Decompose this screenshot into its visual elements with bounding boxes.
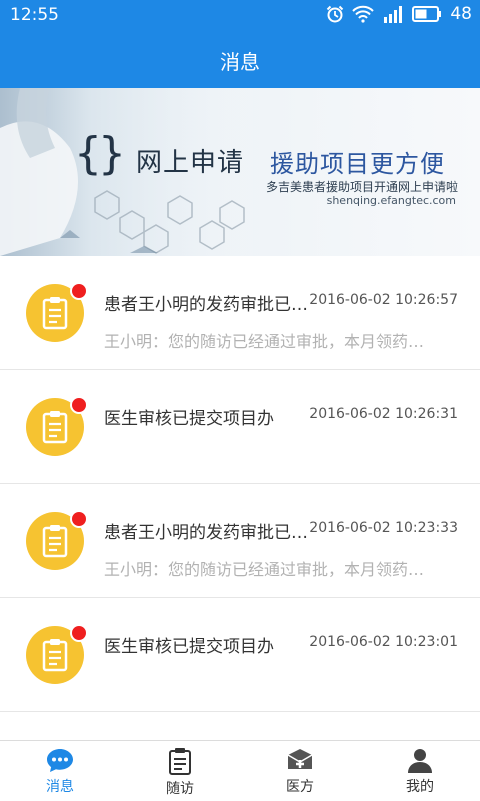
page-title: 消息 bbox=[220, 49, 260, 74]
message-title: 患者王小明的发药审批已通过 bbox=[104, 523, 314, 543]
app-bar: 消息 bbox=[0, 32, 480, 88]
clipboard-icon bbox=[169, 748, 191, 775]
tab-label: 我的 bbox=[406, 779, 434, 795]
list-item[interactable]: 医生审核已提交项目办 2016-06-02 10:26:31 bbox=[0, 370, 480, 484]
message-title: 医生审核已提交项目办 bbox=[104, 637, 274, 657]
promo-banner[interactable]: { } 网上申请 援助项目更方便 多吉美患者援助项目开通网上申请啦 shenqi… bbox=[0, 88, 480, 256]
unread-badge bbox=[70, 282, 88, 300]
unread-badge bbox=[70, 396, 88, 414]
status-bar: 12:55 48 bbox=[0, 0, 480, 32]
tab-label: 消息 bbox=[46, 779, 74, 795]
battery-icon bbox=[412, 6, 442, 22]
message-preview: 王小明：您的随访已经通过审批，本月领药请及时 bbox=[104, 332, 434, 351]
svg-text:}: } bbox=[98, 128, 126, 179]
message-preview: 王小明：您的随访已经通过审批，本月领药请及时 bbox=[104, 560, 434, 579]
clipboard-icon bbox=[42, 639, 68, 672]
alarm-icon bbox=[327, 5, 344, 23]
unread-badge bbox=[70, 624, 88, 642]
tab-medical[interactable]: 医方 bbox=[240, 741, 360, 801]
message-title: 患者王小明的发药审批已通过 bbox=[104, 295, 314, 315]
message-list[interactable]: 患者王小明的发药审批已通过 2016-06-02 10:26:57 王小明：您的… bbox=[0, 256, 480, 740]
banner-title: 网上申请 bbox=[136, 148, 245, 178]
signal-icon bbox=[384, 6, 403, 23]
wifi-icon bbox=[352, 5, 375, 23]
tab-label: 医方 bbox=[286, 779, 314, 795]
battery-level: 48 bbox=[450, 4, 472, 24]
bottom-tab-bar: 消息 随访 医方 我的 bbox=[0, 740, 480, 801]
list-item[interactable]: 患者王小明的发药审批已通过 2016-06-02 10:23:33 王小明：您的… bbox=[0, 484, 480, 598]
banner-subtitle: 多吉美患者援助项目开通网上申请啦 bbox=[265, 180, 458, 194]
list-item[interactable] bbox=[0, 712, 480, 740]
unread-badge bbox=[70, 510, 88, 528]
message-title: 医生审核已提交项目办 bbox=[104, 409, 274, 429]
clipboard-icon bbox=[42, 525, 68, 558]
message-time: 2016-06-02 10:26:31 bbox=[309, 406, 458, 422]
tab-follow-up[interactable]: 随访 bbox=[120, 741, 240, 801]
message-time: 2016-06-02 10:26:57 bbox=[309, 292, 458, 308]
banner-title-highlight: 援助项目更方便 bbox=[270, 150, 445, 178]
message-time: 2016-06-02 10:23:33 bbox=[309, 520, 458, 536]
tab-label: 随访 bbox=[166, 781, 194, 797]
banner-url: shenqing.efangtec.com bbox=[326, 194, 456, 207]
clipboard-icon bbox=[42, 411, 68, 444]
list-item[interactable]: 医生审核已提交项目办 2016-06-02 10:23:01 bbox=[0, 598, 480, 712]
medical-kit-icon bbox=[287, 749, 313, 769]
tab-profile[interactable]: 我的 bbox=[360, 741, 480, 801]
status-icons: 48 bbox=[326, 4, 472, 24]
list-item[interactable]: 患者王小明的发药审批已通过 2016-06-02 10:26:57 王小明：您的… bbox=[0, 256, 480, 370]
status-time: 12:55 bbox=[10, 5, 59, 25]
tab-messages[interactable]: 消息 bbox=[0, 741, 120, 801]
message-time: 2016-06-02 10:23:01 bbox=[309, 634, 458, 650]
chat-bubble-icon bbox=[47, 749, 73, 772]
clipboard-icon bbox=[42, 297, 68, 330]
person-icon bbox=[408, 749, 432, 773]
